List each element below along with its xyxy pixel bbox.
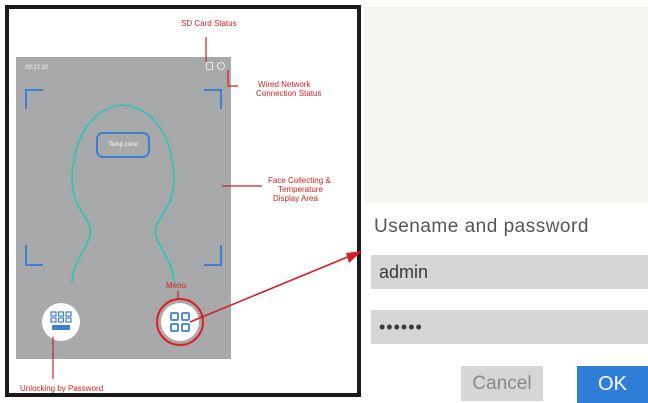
unlocking-annotation: Unlocking by Password (20, 384, 104, 393)
face-area-annotation-3: Display Area (273, 194, 318, 203)
face-area-annotation-2: Temperature (278, 185, 323, 194)
menu-annotation: Menu (166, 281, 187, 290)
menu-to-login-arrow-line (189, 255, 351, 323)
password-field[interactable]: •••••• (371, 310, 648, 344)
login-title: Usename and password (374, 216, 589, 237)
network-pointer (227, 70, 238, 87)
ok-button[interactable]: OK (577, 366, 648, 403)
sd-card-annotation: SD Card Status (181, 19, 237, 28)
arrow-head (346, 251, 362, 263)
face-area-annotation-1: Face Collecting & (268, 176, 331, 185)
wired-network-annotation-2: Connection Status (256, 89, 322, 98)
username-field[interactable]: admin (371, 255, 648, 289)
login-dialog: Usename and password admin •••••• Cancel… (364, 202, 648, 403)
wired-network-annotation-1: Wired Network (258, 80, 311, 89)
cancel-button[interactable]: Cancel (461, 366, 543, 401)
